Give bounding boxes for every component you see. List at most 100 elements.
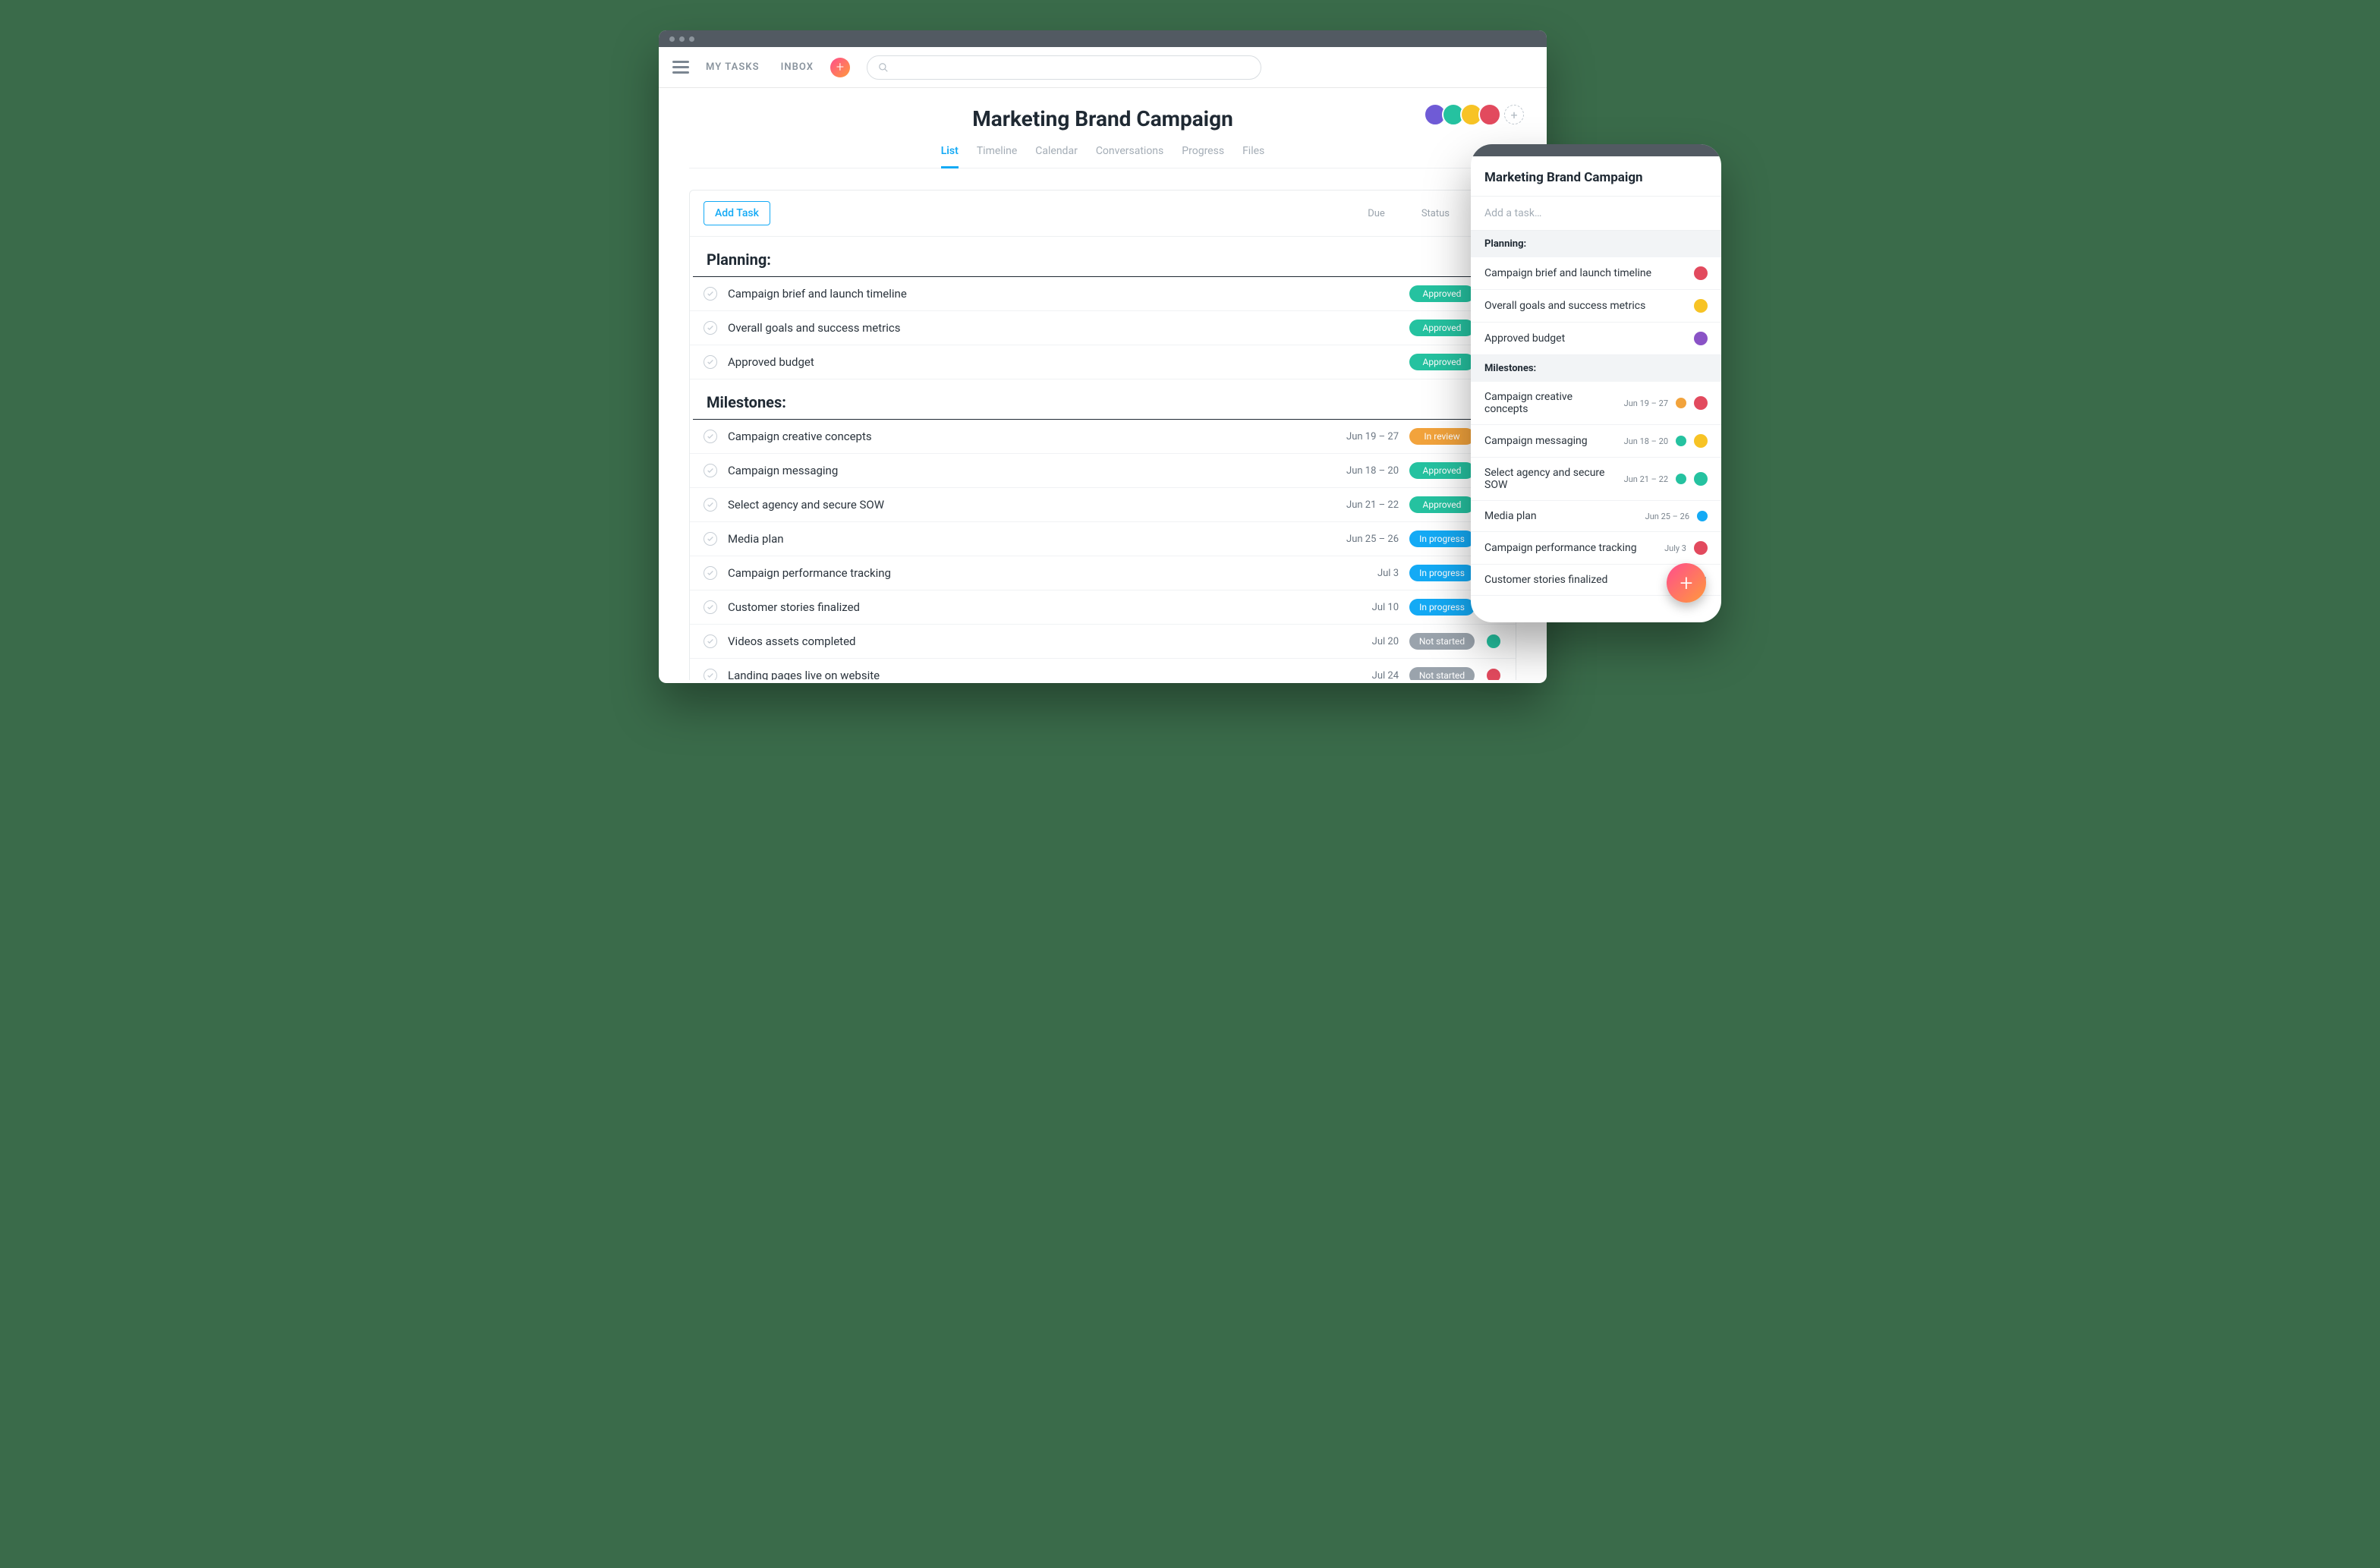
mobile-task-name: Customer stories finalized (1484, 574, 1678, 586)
mobile-titlebar (1471, 144, 1721, 156)
top-nav: MY TASKS INBOX (706, 61, 814, 73)
complete-check-icon[interactable] (704, 355, 717, 369)
task-row[interactable]: Landing pages live on website Jul 24 Not s… (690, 659, 1516, 680)
complete-check-icon[interactable] (704, 532, 717, 546)
member-avatar[interactable] (1478, 103, 1501, 126)
complete-check-icon[interactable] (704, 498, 717, 512)
section-header[interactable]: Planning: (693, 237, 1513, 277)
mobile-task-row[interactable]: Media planJun 25 – 26 (1471, 501, 1721, 532)
status-pill[interactable]: In progress (1409, 531, 1475, 547)
task-row[interactable]: Campaign creative conceptsJun 19 – 27In … (690, 420, 1516, 454)
mobile-task-row[interactable]: Overall goals and success metrics (1471, 290, 1721, 323)
column-status: Status (1421, 208, 1450, 219)
mobile-task-name: Campaign performance tracking (1484, 542, 1657, 554)
task-row[interactable]: Approved budget Approved (690, 345, 1516, 379)
fab-add-button[interactable]: + (1667, 563, 1706, 603)
mobile-assignee-avatar[interactable] (1694, 434, 1708, 448)
task-row[interactable]: Videos assets completedJul 20Not started (690, 625, 1516, 659)
window-dot (679, 36, 685, 42)
mobile-task-name: Campaign messaging (1484, 435, 1617, 447)
tab-files[interactable]: Files (1242, 145, 1264, 168)
top-bar: MY TASKS INBOX + (659, 47, 1547, 88)
mobile-assignee-avatar[interactable] (1694, 396, 1708, 410)
task-list: Add Task Due Status Planning:Campaign br… (689, 190, 1516, 680)
status-pill[interactable]: In progress (1409, 599, 1475, 616)
add-task-button[interactable]: Add Task (704, 201, 770, 225)
mobile-assignee-avatar[interactable] (1694, 299, 1708, 313)
complete-check-icon[interactable] (704, 669, 717, 680)
complete-check-icon[interactable] (704, 321, 717, 335)
view-tabs: List Timeline Calendar Conversations Progres… (689, 145, 1516, 168)
mobile-task-name: Overall goals and success metrics (1484, 300, 1686, 312)
complete-check-icon[interactable] (704, 634, 717, 648)
status-pill[interactable]: In progress (1409, 565, 1475, 581)
nav-my-tasks[interactable]: MY TASKS (706, 61, 760, 73)
mobile-task-row[interactable]: Approved budget (1471, 323, 1721, 355)
task-row[interactable]: Overall goals and success metrics Approve… (690, 311, 1516, 345)
mobile-task-row[interactable]: Select agency and secure SOWJun 21 – 22 (1471, 458, 1721, 501)
nav-inbox[interactable]: INBOX (781, 61, 814, 73)
task-name: Campaign brief and launch timeline (728, 287, 1320, 301)
task-due: Jul 20 (1330, 636, 1399, 647)
complete-check-icon[interactable] (704, 464, 717, 477)
section-header[interactable]: Milestones: (693, 379, 1513, 420)
complete-check-icon[interactable] (704, 430, 717, 443)
menu-icon[interactable] (672, 61, 689, 74)
task-row[interactable]: Campaign messagingJun 18 – 20Approved (690, 454, 1516, 488)
status-pill[interactable]: Approved (1409, 285, 1475, 302)
complete-check-icon[interactable] (704, 287, 717, 301)
quick-add-button[interactable]: + (830, 58, 850, 77)
assignee-avatar[interactable] (1485, 667, 1502, 680)
mobile-assignee-avatar[interactable] (1694, 266, 1708, 280)
status-pill[interactable]: Approved (1409, 462, 1475, 479)
project-header: Marketing Brand Campaign + ListTimelineC… (659, 88, 1547, 168)
status-pill[interactable]: Approved (1409, 320, 1475, 336)
mobile-window: Marketing Brand Campaign Add a task… Pla… (1471, 144, 1721, 622)
mobile-task-row[interactable]: Campaign creative conceptsJun 19 – 27 (1471, 382, 1721, 425)
tab-timeline[interactable]: Timeline (977, 145, 1017, 168)
mobile-assignee-avatar[interactable] (1694, 472, 1708, 486)
task-due: Jul 24 (1330, 670, 1399, 681)
status-pill[interactable]: Not started (1409, 667, 1475, 680)
task-row[interactable]: Select agency and secure SOWJun 21 – 22A… (690, 488, 1516, 522)
complete-check-icon[interactable] (704, 566, 717, 580)
status-pill[interactable]: Approved (1409, 496, 1475, 513)
mobile-task-row[interactable]: Campaign messagingJun 18 – 20 (1471, 425, 1721, 458)
task-name: Select agency and secure SOW (728, 498, 1320, 512)
window-dot (689, 36, 694, 42)
tab-list[interactable]: List (941, 145, 959, 168)
mobile-task-due: Jun 19 – 27 (1624, 398, 1668, 408)
mobile-section-header[interactable]: Planning: (1471, 231, 1721, 257)
status-pill[interactable]: Not started (1409, 633, 1475, 650)
task-name: Approved budget (728, 355, 1320, 369)
tab-conversations[interactable]: Conversations (1096, 145, 1163, 168)
task-row[interactable]: Media planJun 25 – 26In progress (690, 522, 1516, 556)
mobile-section-header[interactable]: Milestones: (1471, 355, 1721, 382)
complete-check-icon[interactable] (704, 600, 717, 614)
mobile-task-row[interactable]: Campaign performance trackingJuly 3 (1471, 532, 1721, 565)
assignee-avatar[interactable] (1485, 633, 1502, 650)
mobile-assignee-avatar[interactable] (1694, 541, 1708, 555)
task-due: Jun 25 – 26 (1330, 534, 1399, 545)
add-member-button[interactable]: + (1504, 105, 1524, 124)
task-name: Landing pages live on website (728, 669, 1320, 680)
mobile-task-row[interactable]: Campaign brief and launch timeline (1471, 257, 1721, 290)
tab-progress[interactable]: Progress (1182, 145, 1224, 168)
mobile-assignee-avatar[interactable] (1694, 332, 1708, 345)
status-pill[interactable]: In review (1409, 428, 1475, 445)
mobile-add-task[interactable]: Add a task… (1471, 197, 1721, 231)
project-members: + (1428, 103, 1524, 126)
task-row[interactable]: Campaign brief and launch timeline Approv… (690, 277, 1516, 311)
task-name: Overall goals and success metrics (728, 321, 1320, 335)
task-row[interactable]: Campaign performance trackingJul 3In pro… (690, 556, 1516, 590)
mobile-status-dot (1676, 474, 1686, 484)
search-input[interactable] (867, 55, 1261, 80)
tab-calendar[interactable]: Calendar (1035, 145, 1078, 168)
task-row[interactable]: Customer stories finalizedJul 10In progr… (690, 590, 1516, 625)
status-pill[interactable]: Approved (1409, 354, 1475, 370)
task-name: Campaign creative concepts (728, 430, 1320, 443)
search-icon (878, 62, 889, 73)
mobile-header: Marketing Brand Campaign (1471, 156, 1721, 197)
mobile-status-dot (1676, 398, 1686, 408)
window-dot (669, 36, 675, 42)
